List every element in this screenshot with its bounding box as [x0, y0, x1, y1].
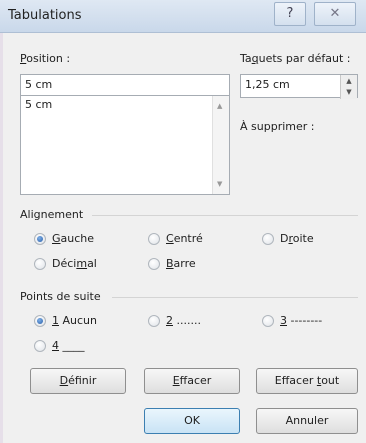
tabs-dialog: Tabulations ? ✕ Position : 5 cm 5 cm ▲ ▼… — [0, 0, 366, 443]
align-bar-label[interactable]: Barre — [166, 257, 196, 270]
list-item[interactable]: 5 cm — [25, 98, 52, 111]
align-center-radio[interactable] — [148, 233, 160, 245]
title-bar[interactable]: Tabulations ? ✕ — [0, 0, 366, 33]
close-button[interactable]: ✕ — [314, 2, 356, 26]
leader-none-radio[interactable] — [34, 315, 46, 327]
leader-group-title: Points de suite — [20, 290, 101, 303]
align-decimal-radio[interactable] — [34, 258, 46, 270]
close-icon: ✕ — [329, 6, 341, 21]
set-button[interactable]: Définir — [30, 368, 126, 394]
leader-underline-label[interactable]: 4 ____ — [52, 339, 85, 352]
position-listbox[interactable]: 5 cm ▲ ▼ — [20, 95, 230, 195]
ok-button[interactable]: OK — [144, 408, 240, 434]
position-label: Position : — [20, 52, 71, 65]
to-clear-label: À supprimer : — [240, 120, 315, 133]
align-right-radio[interactable] — [262, 233, 274, 245]
align-left-radio[interactable] — [34, 233, 46, 245]
leader-divider — [112, 297, 358, 298]
alignment-divider — [92, 215, 358, 216]
align-bar-radio[interactable] — [148, 258, 160, 270]
listbox-scrollbar[interactable]: ▲ ▼ — [212, 96, 229, 194]
clear-button[interactable]: Effacer — [144, 368, 240, 394]
leader-dots-label[interactable]: 2 ....... — [166, 314, 201, 327]
scroll-up-icon[interactable]: ▲ — [217, 102, 222, 110]
alignment-group-title: Alignement — [20, 208, 84, 221]
align-right-label[interactable]: Droite — [280, 232, 314, 245]
cancel-button[interactable]: Annuler — [256, 408, 358, 434]
leader-dashes-radio[interactable] — [262, 315, 274, 327]
clear-all-button[interactable]: Effacer tout — [256, 368, 358, 394]
align-center-label[interactable]: Centré — [166, 232, 203, 245]
align-decimal-label[interactable]: Décimal — [52, 257, 97, 270]
leader-dots-radio[interactable] — [148, 315, 160, 327]
help-button[interactable]: ? — [274, 2, 306, 26]
position-input[interactable]: 5 cm — [20, 74, 230, 96]
help-icon: ? — [286, 6, 294, 21]
default-tabs-spinner[interactable]: ▲ ▼ — [340, 75, 357, 99]
leader-none-label[interactable]: 1 Aucun — [52, 314, 97, 327]
align-left-label[interactable]: Gauche — [52, 232, 94, 245]
leader-underline-radio[interactable] — [34, 340, 46, 352]
leader-dashes-label[interactable]: 3 -------- — [280, 314, 322, 327]
dialog-title: Tabulations — [8, 8, 82, 23]
scroll-down-icon[interactable]: ▼ — [217, 180, 222, 188]
default-tabs-label: Taquets par défaut : — [240, 52, 351, 65]
spin-down-icon[interactable]: ▼ — [341, 86, 357, 98]
window-edge — [0, 32, 3, 443]
default-tabs-input[interactable]: 1,25 cm ▲ ▼ — [240, 74, 358, 99]
